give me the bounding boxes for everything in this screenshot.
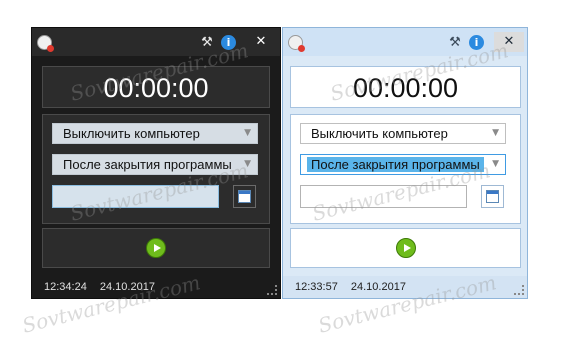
chevron-down-icon: ▼ xyxy=(492,128,499,138)
resize-grip-icon[interactable] xyxy=(267,285,277,295)
calendar-button[interactable] xyxy=(233,185,256,208)
tools-icon[interactable]: ⚒ xyxy=(200,36,214,50)
calendar-button[interactable] xyxy=(481,185,504,208)
resize-grip-icon[interactable] xyxy=(514,285,524,295)
status-date: 24.10.2017 xyxy=(350,281,406,293)
close-button[interactable]: ✕ xyxy=(246,32,276,52)
close-button[interactable]: ✕ xyxy=(494,32,524,52)
action-select-value: Выключить компьютер xyxy=(63,126,200,141)
condition-select-value: После закрытия программы xyxy=(63,157,232,172)
chevron-down-icon: ▼ xyxy=(244,128,251,138)
status-bar: 12:34:24 24.10.2017 xyxy=(32,276,280,298)
chevron-down-icon: ▼ xyxy=(244,159,251,169)
app-icon xyxy=(37,35,54,52)
start-area xyxy=(290,228,521,268)
title-bar: ⚒ i ✕ xyxy=(283,28,527,56)
countdown-display: 00:00:00 xyxy=(290,66,521,108)
status-time: 12:33:57 xyxy=(295,281,338,293)
settings-group: Выключить компьютер ▼ После закрытия про… xyxy=(42,114,270,224)
play-button[interactable] xyxy=(146,238,166,258)
countdown-display: 00:00:00 xyxy=(42,66,270,108)
action-select[interactable]: Выключить компьютер ▼ xyxy=(300,123,506,144)
info-icon[interactable]: i xyxy=(221,35,236,50)
time-input[interactable] xyxy=(52,185,219,208)
play-button[interactable] xyxy=(395,238,416,258)
start-area xyxy=(42,228,270,268)
calendar-icon xyxy=(486,190,499,203)
condition-select[interactable]: После закрытия программы ▼ xyxy=(52,154,258,175)
action-select[interactable]: Выключить компьютер ▼ xyxy=(52,123,258,144)
settings-group: Выключить компьютер ▼ После закрытия про… xyxy=(290,114,521,224)
app-icon xyxy=(288,35,305,52)
condition-select-value: После закрытия программы xyxy=(307,157,484,172)
title-bar: ⚒ i ✕ xyxy=(32,28,280,56)
dark-timer-window: ⚒ i ✕ 00:00:00 Выключить компьютер ▼ Пос… xyxy=(31,27,281,299)
status-time: 12:34:24 xyxy=(44,281,87,293)
calendar-icon xyxy=(238,190,251,203)
action-select-value: Выключить компьютер xyxy=(311,126,448,141)
condition-select[interactable]: После закрытия программы ▼ xyxy=(300,154,506,175)
info-icon[interactable]: i xyxy=(469,35,484,50)
status-bar: 12:33:57 24.10.2017 xyxy=(283,276,527,298)
time-input[interactable] xyxy=(300,185,467,208)
status-date: 24.10.2017 xyxy=(99,281,155,293)
light-timer-window: ⚒ i ✕ 00:00:00 Выключить компьютер ▼ Пос… xyxy=(282,27,528,299)
tools-icon[interactable]: ⚒ xyxy=(448,36,462,50)
chevron-down-icon: ▼ xyxy=(492,159,499,169)
